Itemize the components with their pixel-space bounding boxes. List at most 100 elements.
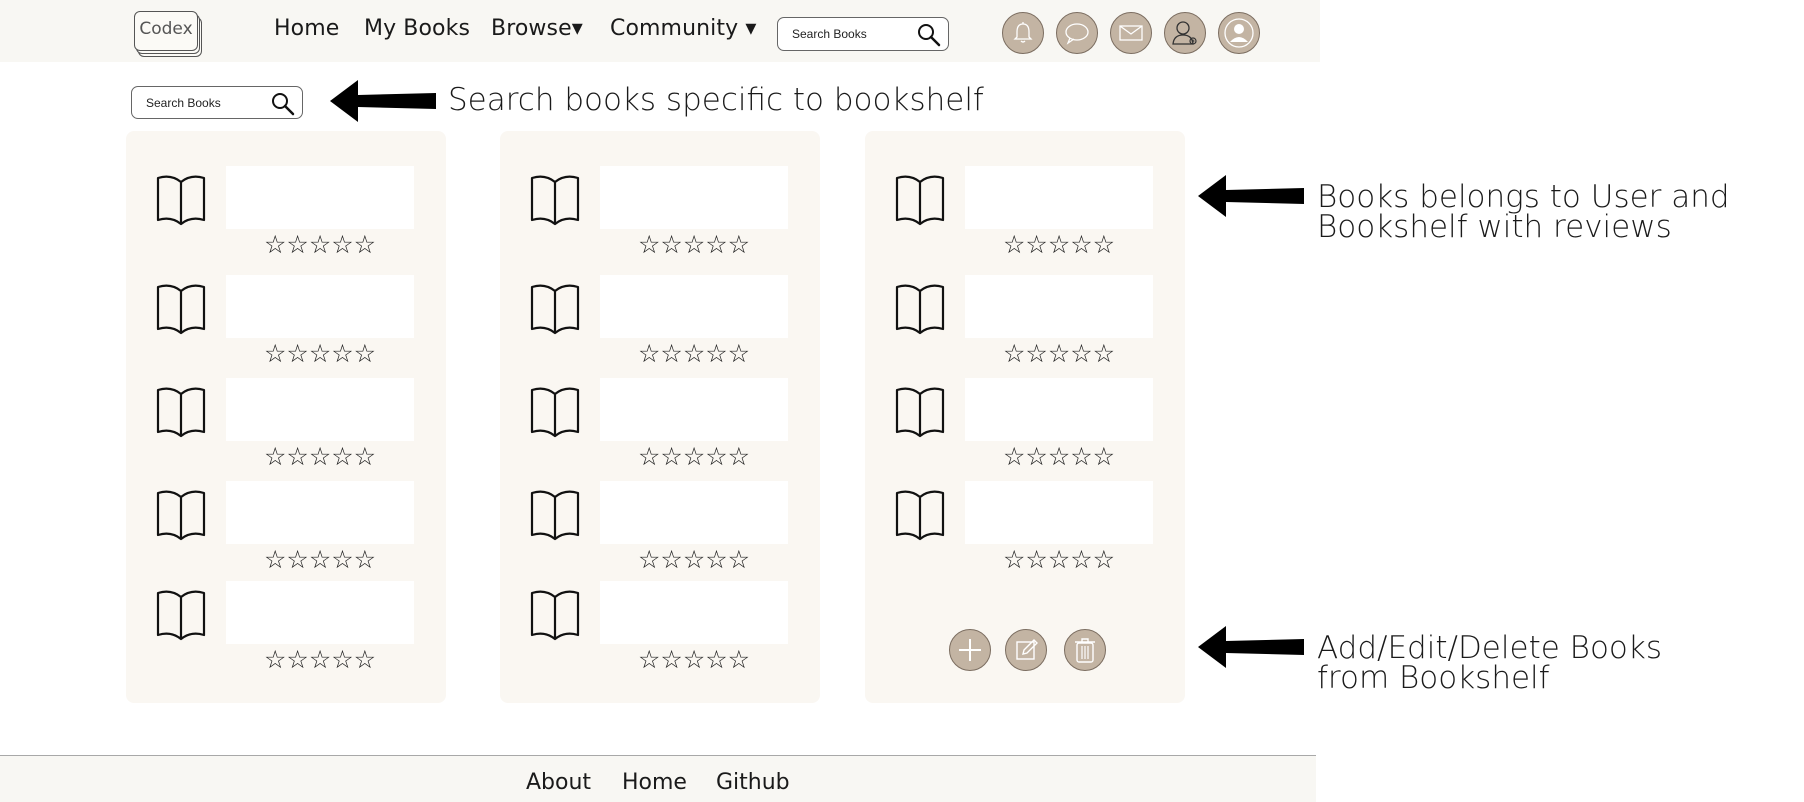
bookshelf-search-box [131, 86, 303, 119]
star-rating[interactable]: ☆☆☆☆☆ [1003, 232, 1115, 258]
star-rating[interactable]: ☆☆☆☆☆ [264, 341, 376, 367]
profile-button[interactable] [1218, 12, 1260, 54]
open-book-icon [156, 284, 206, 335]
open-book-icon [156, 590, 206, 641]
star-rating[interactable]: ☆☆☆☆☆ [638, 647, 750, 673]
book-title-field[interactable] [600, 581, 788, 644]
book-title-field[interactable] [965, 481, 1153, 544]
open-book-icon [530, 387, 580, 438]
search-annotation: Search books specific to bookshelf [448, 82, 984, 118]
book-title-field[interactable] [226, 378, 414, 441]
arrow-left-icon [330, 80, 436, 122]
book-entry[interactable]: ☆☆☆☆☆ [126, 581, 446, 681]
search-icon[interactable] [270, 91, 296, 117]
book-title-field[interactable] [226, 581, 414, 644]
bookshelf-column-3: ☆☆☆☆☆ ☆☆☆☆☆ ☆☆☆☆☆ ☆☆☆☆☆ [865, 131, 1185, 703]
book-title-field[interactable] [600, 275, 788, 338]
chat-button[interactable] [1056, 12, 1098, 54]
book-entry[interactable]: ☆☆☆☆☆ [500, 581, 820, 681]
trash-icon [1075, 638, 1095, 663]
book-title-field[interactable] [600, 378, 788, 441]
star-rating[interactable]: ☆☆☆☆☆ [1003, 444, 1115, 470]
books-annotation: Books belongs to User and Bookshelf with… [1317, 182, 1730, 245]
edit-icon [1016, 639, 1038, 660]
open-book-icon [530, 175, 580, 226]
open-book-icon [156, 387, 206, 438]
star-rating[interactable]: ☆☆☆☆☆ [1003, 547, 1115, 573]
book-entry[interactable]: ☆☆☆☆☆ [126, 275, 446, 375]
footer-home-link[interactable]: Home [622, 770, 687, 795]
bookshelf-search-input[interactable] [146, 87, 265, 118]
books-annotation-line-2: Bookshelf with reviews [1317, 209, 1672, 245]
book-entry[interactable]: ☆☆☆☆☆ [865, 481, 1185, 581]
book-entry[interactable]: ☆☆☆☆☆ [500, 275, 820, 375]
bookshelf-column-1: ☆☆☆☆☆ ☆☆☆☆☆ ☆☆☆☆☆ ☆☆☆☆☆ ☆☆☆☆☆ [126, 131, 446, 703]
open-book-icon [895, 284, 945, 335]
search-icon[interactable] [916, 22, 942, 48]
chat-icon [1065, 23, 1089, 45]
open-book-icon [156, 175, 206, 226]
delete-book-button[interactable] [1064, 629, 1106, 671]
star-rating[interactable]: ☆☆☆☆☆ [638, 444, 750, 470]
book-entry[interactable]: ☆☆☆☆☆ [865, 275, 1185, 375]
arrow-left-icon [1198, 175, 1304, 217]
add-book-button[interactable] [949, 629, 991, 671]
open-book-icon [895, 387, 945, 438]
nav-home-link[interactable]: Home [274, 16, 339, 41]
add-icon [959, 639, 981, 661]
star-rating[interactable]: ☆☆☆☆☆ [264, 444, 376, 470]
actions-annotation-line-2: from Bookshelf [1317, 660, 1550, 696]
nav-my-books-link[interactable]: My Books [364, 16, 470, 41]
open-book-icon [895, 175, 945, 226]
nav-community-dropdown[interactable]: Community ▾ [610, 16, 756, 41]
book-entry[interactable]: ☆☆☆☆☆ [865, 166, 1185, 266]
book-title-field[interactable] [600, 481, 788, 544]
add-friend-icon [1172, 21, 1197, 45]
book-title-field[interactable] [965, 166, 1153, 229]
book-title-field[interactable] [226, 481, 414, 544]
book-entry[interactable]: ☆☆☆☆☆ [500, 166, 820, 266]
global-search-box [777, 17, 949, 51]
add-friend-button[interactable] [1164, 12, 1206, 54]
footer-github-link[interactable]: Github [716, 770, 790, 795]
star-rating[interactable]: ☆☆☆☆☆ [638, 341, 750, 367]
book-entry[interactable]: ☆☆☆☆☆ [126, 166, 446, 266]
star-rating[interactable]: ☆☆☆☆☆ [638, 232, 750, 258]
top-navigation-bar: Codex Home My Books Browse▾ Community ▾ [0, 0, 1320, 62]
bell-icon [1013, 22, 1033, 43]
star-rating[interactable]: ☆☆☆☆☆ [264, 547, 376, 573]
edit-book-button[interactable] [1005, 629, 1047, 671]
book-entry[interactable]: ☆☆☆☆☆ [500, 378, 820, 478]
book-title-field[interactable] [226, 275, 414, 338]
book-entry[interactable]: ☆☆☆☆☆ [126, 481, 446, 581]
actions-annotation: Add/Edit/Delete Books from Bookshelf [1317, 630, 1662, 696]
book-title-field[interactable] [600, 166, 788, 229]
mail-icon [1119, 25, 1143, 41]
open-book-icon [530, 490, 580, 541]
star-rating[interactable]: ☆☆☆☆☆ [264, 232, 376, 258]
book-entry[interactable]: ☆☆☆☆☆ [126, 378, 446, 478]
logo-text: Codex [139, 19, 193, 39]
nav-browse-dropdown[interactable]: Browse▾ [491, 16, 583, 41]
book-entry[interactable]: ☆☆☆☆☆ [865, 378, 1185, 478]
open-book-icon [156, 490, 206, 541]
messages-button[interactable] [1110, 12, 1152, 54]
star-rating[interactable]: ☆☆☆☆☆ [638, 547, 750, 573]
open-book-icon [530, 284, 580, 335]
footer-about-link[interactable]: About [526, 770, 591, 795]
open-book-icon [530, 590, 580, 641]
book-title-field[interactable] [965, 378, 1153, 441]
book-title-field[interactable] [965, 275, 1153, 338]
book-entry[interactable]: ☆☆☆☆☆ [500, 481, 820, 581]
codex-logo[interactable]: Codex [132, 7, 200, 55]
notifications-button[interactable] [1002, 12, 1044, 54]
star-rating[interactable]: ☆☆☆☆☆ [1003, 341, 1115, 367]
global-search-input[interactable] [792, 18, 911, 50]
bookshelf-column-2: ☆☆☆☆☆ ☆☆☆☆☆ ☆☆☆☆☆ ☆☆☆☆☆ ☆☆☆☆☆ [500, 131, 820, 703]
book-title-field[interactable] [226, 166, 414, 229]
open-book-icon [895, 490, 945, 541]
star-rating[interactable]: ☆☆☆☆☆ [264, 647, 376, 673]
actions-annotation-line-1: Add/Edit/Delete Books [1317, 630, 1662, 666]
profile-icon [1224, 18, 1254, 48]
arrow-left-icon [1198, 626, 1304, 668]
